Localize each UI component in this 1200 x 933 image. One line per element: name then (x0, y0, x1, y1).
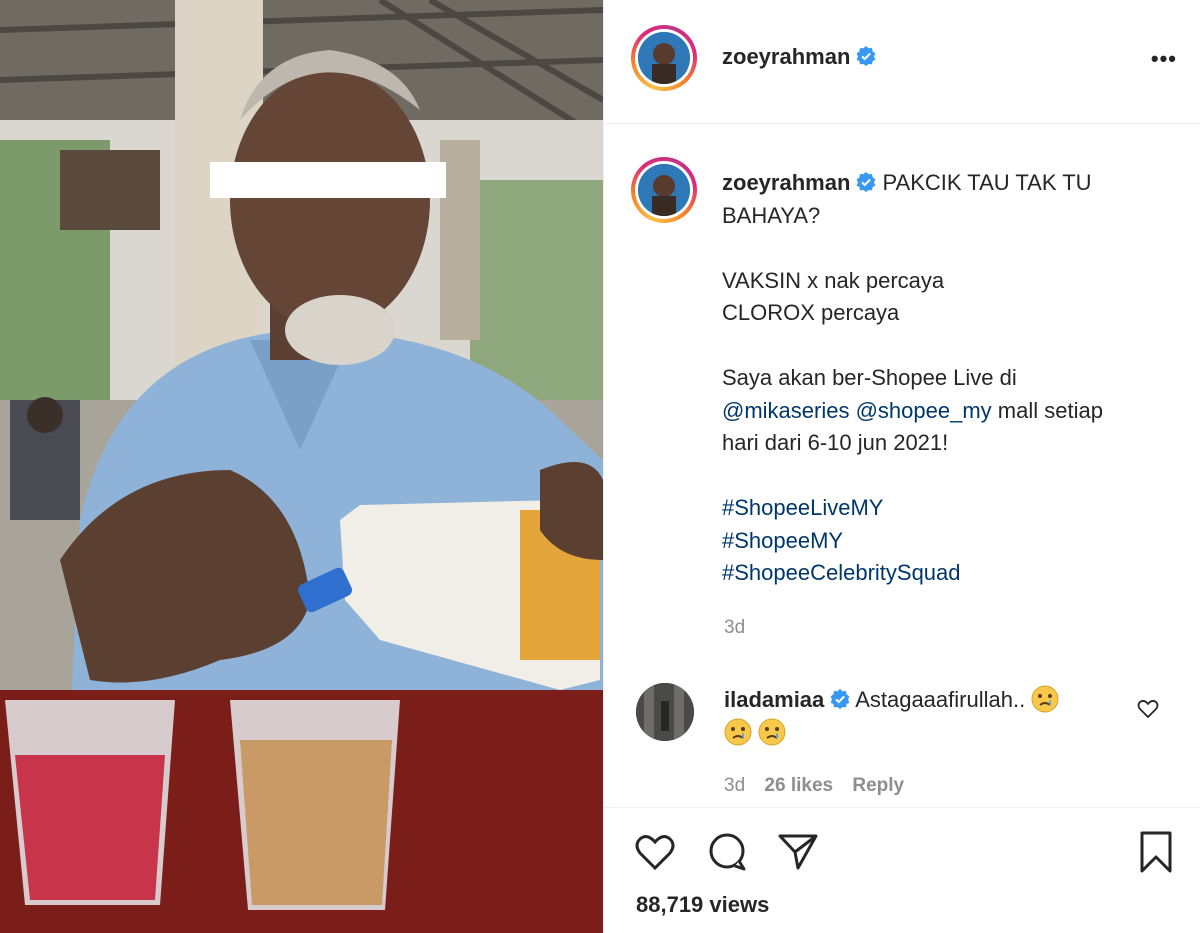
verified-badge-icon (830, 689, 850, 709)
video-frame-illustration (0, 0, 603, 933)
caption-text-line: hari dari 6-10 jun 2021! (722, 430, 949, 455)
header-username-row: zoeyrahman (722, 44, 876, 70)
caption-text-line: PAKCIK TAU TAK TU (882, 170, 1092, 195)
caption-text-line: Saya akan ber-Shopee Live di (722, 365, 1017, 390)
caption-line-1: zoeyrahman PAKCIK TAU TAK TU (722, 167, 1152, 200)
heart-icon[interactable] (633, 830, 677, 874)
share-icon[interactable] (776, 830, 820, 874)
caption-username[interactable]: zoeyrahman (722, 170, 850, 195)
comment-username[interactable]: iladamiaa (724, 687, 824, 712)
more-options-icon[interactable]: ••• (1151, 46, 1177, 72)
caption-text: zoeyrahman PAKCIK TAU TAK TU BAHAYA? VAK… (722, 167, 1152, 590)
commenter-avatar[interactable] (636, 683, 694, 741)
comment-likes[interactable]: 26 likes (764, 775, 833, 796)
crying-face-emoji (724, 718, 752, 746)
verified-badge-icon (856, 46, 876, 66)
comment-text: Astagaaafirullah.. (855, 687, 1026, 712)
comment-meta: 3d 26 likes Reply (724, 775, 904, 797)
post-actions-bar: 88,719 views (604, 807, 1200, 933)
avatar-photo (638, 32, 690, 84)
header-username[interactable]: zoeyrahman (722, 44, 850, 69)
hashtag-link[interactable]: #ShopeeMY (722, 525, 1152, 558)
hashtag-link[interactable]: #ShopeeCelebritySquad (722, 557, 1152, 590)
views-count[interactable]: 88,719 views (636, 892, 769, 918)
caption-text-fragment: mall setiap (991, 397, 1103, 423)
caption-text-line: VAKSIN x nak percaya (722, 267, 945, 293)
like-comment-heart-icon[interactable] (1136, 697, 1160, 721)
mention-link[interactable]: @shopee_my (856, 398, 992, 423)
bookmark-icon[interactable] (1134, 830, 1178, 874)
comment-timestamp[interactable]: 3d (724, 775, 745, 796)
crying-face-emoji (758, 718, 786, 746)
caption-text-line: BAHAYA? (722, 202, 821, 228)
avatar-photo (638, 164, 690, 216)
author-avatar[interactable] (631, 25, 697, 91)
caption-avatar[interactable] (631, 157, 697, 223)
caption-timestamp[interactable]: 3d (724, 617, 745, 639)
instagram-post: zoeyrahman ••• zoeyrahman PAKCIK TAU TAK… (0, 0, 1200, 933)
caption-text-line: CLOROX percaya (722, 300, 900, 325)
mention-link[interactable]: @mikaseries (722, 398, 849, 423)
post-video[interactable] (0, 0, 603, 933)
comment-reply-button[interactable]: Reply (852, 775, 904, 796)
hashtag-link[interactable]: #ShopeeLiveMY (722, 492, 1152, 525)
verified-badge-icon (856, 172, 876, 192)
avatar-photo (636, 683, 694, 741)
comment-body: iladamiaa Astagaaafirullah.. (724, 683, 1124, 749)
post-details-panel: zoeyrahman ••• zoeyrahman PAKCIK TAU TAK… (603, 0, 1200, 933)
crying-face-emoji (1031, 685, 1059, 713)
post-header: zoeyrahman ••• (604, 0, 1200, 124)
comment-icon[interactable] (705, 830, 749, 874)
caption-mention-line: @mikaseries @shopee_my mall setiap (722, 395, 1152, 428)
